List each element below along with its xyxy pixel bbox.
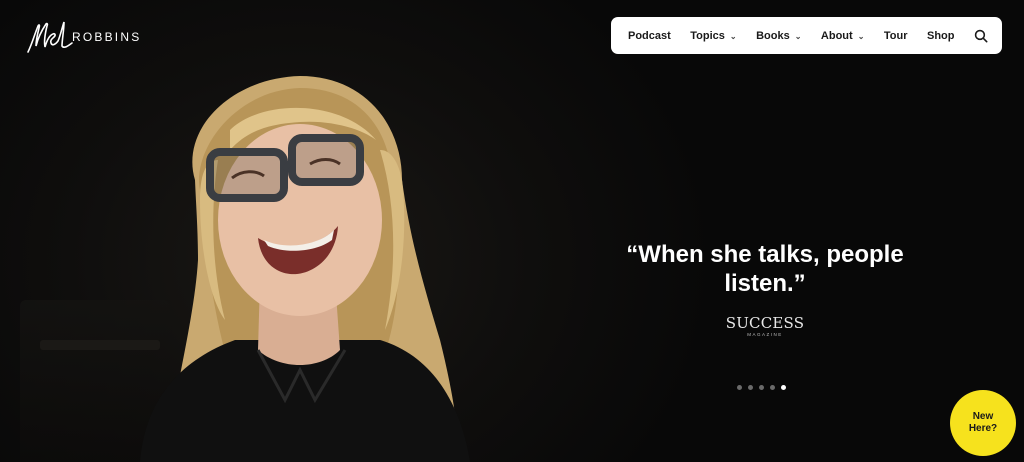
carousel-pagination xyxy=(737,385,786,390)
hero-portrait-image xyxy=(140,76,470,462)
nav-label: About xyxy=(820,29,853,42)
nav-item-topics[interactable]: Topics ⌄ xyxy=(690,30,736,42)
hero-section: ROBBINS Podcast Topics ⌄ Books ⌄ About ⌄… xyxy=(0,0,1024,462)
success-magazine-logo: SUCCESS MAGAZINE xyxy=(680,314,850,337)
nav-label: Books xyxy=(756,29,790,42)
nav-label: Podcast xyxy=(628,29,671,42)
logo-wordmark: ROBBINS xyxy=(72,30,142,44)
success-logo-subtitle: MAGAZINE xyxy=(747,332,783,337)
nav-item-tour[interactable]: Tour xyxy=(884,30,908,42)
main-navigation: Podcast Topics ⌄ Books ⌄ About ⌄ Tour Sh… xyxy=(611,17,1002,54)
chevron-down-icon: ⌄ xyxy=(794,32,802,41)
carousel-dot[interactable] xyxy=(737,385,742,390)
hero-quote: “When she talks, people listen.” xyxy=(626,241,904,297)
carousel-dot[interactable] xyxy=(759,385,764,390)
search-icon[interactable] xyxy=(974,29,988,43)
nav-label: Shop xyxy=(926,29,955,42)
nav-item-about[interactable]: About ⌄ xyxy=(821,30,864,42)
new-here-line2: Here? xyxy=(968,423,998,434)
success-logo-wordmark: SUCCESS xyxy=(725,314,805,332)
new-here-button[interactable]: New Here? xyxy=(950,390,1016,456)
nav-item-shop[interactable]: Shop xyxy=(927,30,955,42)
nav-item-podcast[interactable]: Podcast xyxy=(628,30,671,42)
nav-label: Topics xyxy=(690,29,725,42)
chevron-down-icon: ⌄ xyxy=(857,32,865,41)
nav-label: Tour xyxy=(883,29,908,42)
carousel-dot[interactable] xyxy=(770,385,775,390)
nav-item-books[interactable]: Books ⌄ xyxy=(756,30,801,42)
carousel-dot[interactable] xyxy=(748,385,753,390)
chevron-down-icon: ⌄ xyxy=(729,32,737,41)
carousel-dot-active[interactable] xyxy=(781,385,786,390)
site-logo[interactable]: ROBBINS xyxy=(24,16,154,56)
new-here-line1: New xyxy=(972,411,994,422)
